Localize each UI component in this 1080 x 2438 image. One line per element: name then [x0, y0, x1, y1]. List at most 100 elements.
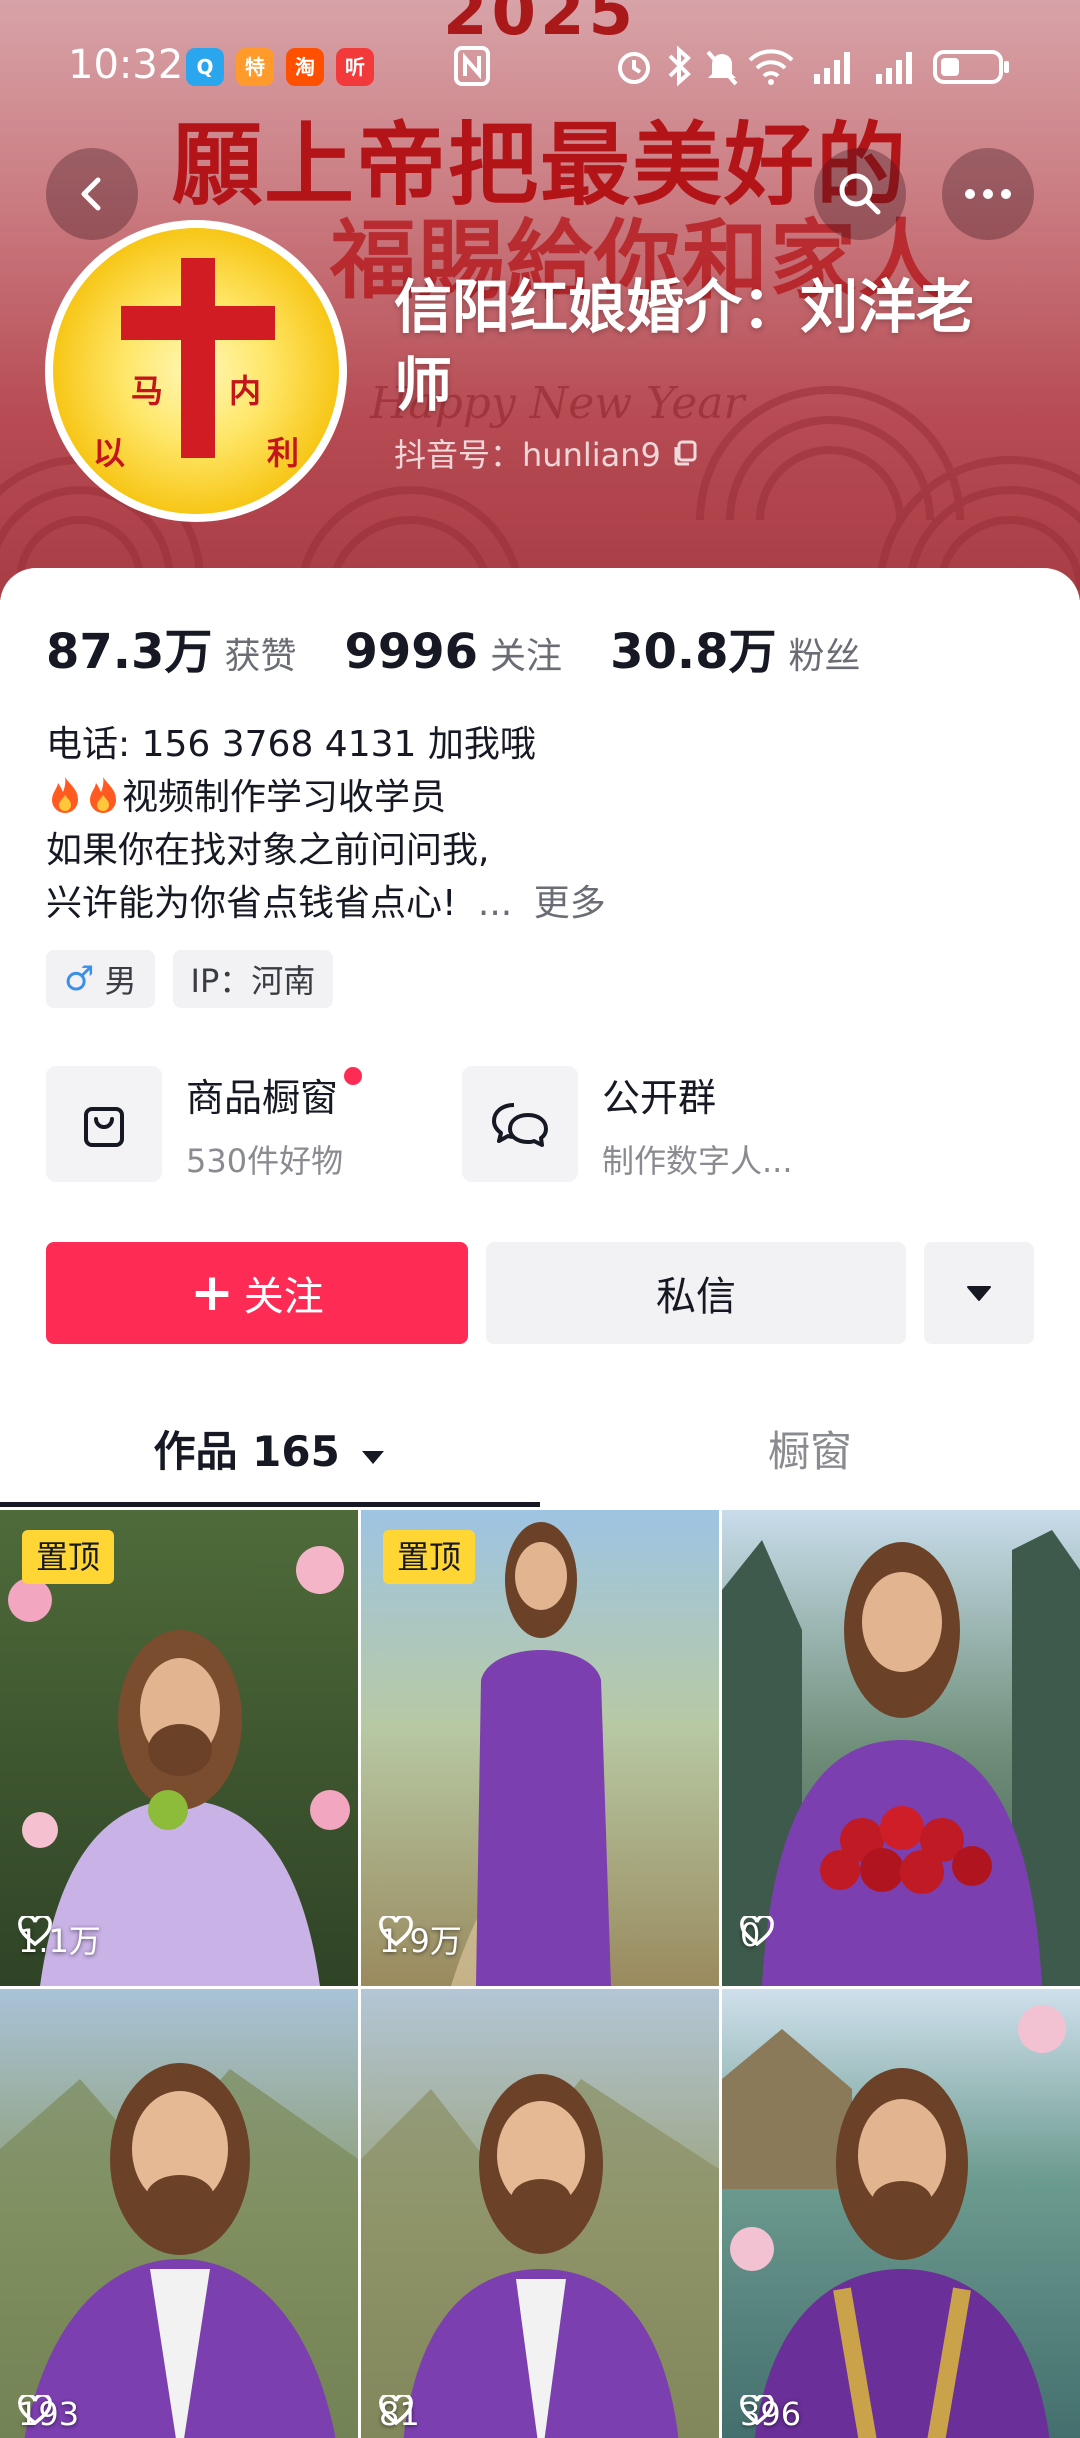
more-dots-icon	[965, 189, 1011, 199]
stat-likes[interactable]: 87.3万 获赞	[46, 612, 296, 682]
bio-more-link[interactable]: 更多	[534, 883, 606, 924]
bio-line4-row: 兴许能为你省点钱省点心! ... 更多	[46, 877, 1036, 930]
tab-showcase[interactable]: 橱窗	[540, 1400, 1080, 1504]
video-likes: 1.9万	[379, 1916, 462, 1962]
avatar[interactable]: 马 内 以 利	[45, 220, 347, 522]
heart-icon	[18, 2395, 52, 2425]
bio-line1: 电话: 156 3768 4131 加我哦	[46, 724, 536, 765]
stat-following-value: 9996	[344, 624, 479, 680]
video-thumbnail[interactable]: 396	[722, 1989, 1080, 2438]
stat-following-label: 关注	[490, 636, 563, 677]
stat-followers-label: 粉丝	[788, 636, 861, 677]
douyin-id[interactable]: 抖音号：hunlian9	[394, 430, 699, 476]
bluetooth-icon	[668, 45, 691, 87]
back-button[interactable]	[46, 148, 138, 240]
more-options-button[interactable]	[942, 148, 1034, 240]
heart-icon	[379, 2395, 413, 2425]
video-thumbnail-image	[361, 1989, 719, 2438]
pinned-badge: 置顶	[383, 1530, 476, 1584]
ip-location-tag: IP：河南	[172, 950, 334, 1008]
tab-works-label: 作品 165	[153, 1427, 340, 1476]
bio-line3: 如果你在找对象之前问问我,	[46, 830, 490, 871]
heart-icon	[740, 1916, 774, 1946]
tab-active-indicator	[0, 1502, 540, 1507]
gender-label: 男	[104, 962, 137, 1000]
shop-window-entry[interactable]: 商品橱窗 530件好物	[46, 1066, 363, 1182]
shop-window-subtitle: 530件好物	[186, 1141, 344, 1180]
fire-icon	[52, 777, 78, 813]
public-group-subtitle: 制作数字人...	[602, 1141, 793, 1180]
douyin-id-text: 抖音号：hunlian9	[394, 436, 661, 474]
profile-bio[interactable]: 电话: 156 3768 4131 加我哦 视频制作学习收学员 如果你在找对象之…	[46, 718, 1036, 930]
status-bar: 10:32 Q 特 淘 听	[0, 0, 1080, 130]
tab-works[interactable]: 作品 165	[0, 1400, 540, 1504]
profile-name-line2: 师	[394, 351, 453, 419]
follow-button[interactable]: + 关注	[46, 1242, 468, 1344]
video-likes: 396	[740, 2395, 801, 2433]
content-tabs: 作品 165 橱窗	[0, 1400, 1080, 1508]
plus-icon: +	[190, 1263, 234, 1323]
male-icon: ♂	[64, 959, 95, 999]
profile-stats: 87.3万 获赞 9996 关注 30.8万 粉丝	[46, 612, 909, 682]
avatar-char-1: 马	[131, 372, 164, 410]
heart-icon	[379, 1916, 413, 1946]
video-likes: 1.1万	[18, 1916, 101, 1962]
bio-line4: 兴许能为你省点钱省点心!	[46, 883, 457, 924]
video-likes: 81	[379, 2395, 420, 2433]
heart-icon	[740, 2395, 774, 2425]
stat-followers[interactable]: 30.8万 粉丝	[610, 612, 860, 682]
search-button[interactable]	[814, 148, 906, 240]
back-arrow-icon	[81, 177, 101, 211]
shop-window-title: 商品橱窗	[186, 1066, 363, 1122]
taobao-special-icon: 特	[236, 48, 274, 86]
bio-line2: 视频制作学习收学员	[122, 777, 447, 818]
video-thumbnail[interactable]: 81	[361, 1989, 719, 2438]
nfc-icon	[454, 46, 490, 86]
ting-icon: 听	[336, 48, 374, 86]
message-label: 私信	[656, 1274, 736, 1320]
alarm-icon	[618, 52, 650, 84]
follow-label: 关注	[243, 1274, 324, 1320]
group-chat-icon	[462, 1066, 578, 1182]
stat-followers-value: 30.8万	[610, 624, 777, 680]
public-group-entry[interactable]: 公开群 制作数字人...	[462, 1066, 793, 1182]
caret-down-icon	[362, 1451, 385, 1464]
tab-showcase-label: 橱窗	[767, 1427, 852, 1476]
signal-icon-2	[876, 52, 912, 84]
video-thumbnail-image	[0, 1989, 358, 2438]
video-thumbnail[interactable]: 0	[722, 1510, 1080, 1986]
video-thumbnail[interactable]: 置顶 1.1万	[0, 1510, 358, 1986]
avatar-char-2: 内	[229, 372, 262, 410]
notification-dot	[344, 1066, 363, 1085]
profile-panel	[0, 568, 1080, 1513]
qq-icon: Q	[186, 48, 224, 86]
ip-location-label: IP：河南	[190, 962, 316, 1000]
status-time: 10:32	[68, 42, 184, 88]
bio-ellipsis: ...	[477, 883, 513, 924]
recommend-dropdown-button[interactable]	[924, 1242, 1034, 1344]
public-group-title: 公开群	[602, 1075, 717, 1120]
bio-line2-row: 视频制作学习收学员	[46, 771, 1036, 824]
profile-tags: ♂ 男 IP：河南	[46, 950, 334, 1008]
avatar-char-4: 利	[267, 434, 300, 472]
video-thumbnail[interactable]: 193	[0, 1989, 358, 2438]
video-grid: 置顶 1.1万 置顶 1.9万 0 193 81 396	[0, 1510, 1080, 2438]
message-button[interactable]: 私信	[486, 1242, 906, 1344]
caret-down-icon	[967, 1286, 991, 1301]
pinned-badge: 置顶	[22, 1530, 115, 1584]
video-thumbnail[interactable]: 置顶 1.9万	[361, 1510, 719, 1986]
stat-following[interactable]: 9996 关注	[344, 624, 562, 680]
video-likes: 0	[740, 1916, 774, 1954]
video-thumbnail-image	[722, 1510, 1080, 1986]
signal-icon-1	[814, 52, 850, 84]
shopping-bag-icon	[46, 1066, 162, 1182]
gender-tag: ♂ 男	[46, 950, 155, 1008]
taobao-icon: 淘	[286, 48, 324, 86]
search-icon	[839, 173, 881, 215]
fire-icon	[90, 777, 116, 813]
profile-name: 信阳红娘婚介：刘洋老 师	[394, 268, 1034, 424]
battery-icon	[933, 50, 1009, 84]
profile-name-line1: 信阳红娘婚介：刘洋老	[394, 273, 975, 341]
wifi-icon	[748, 49, 794, 85]
copy-icon[interactable]	[671, 439, 699, 467]
